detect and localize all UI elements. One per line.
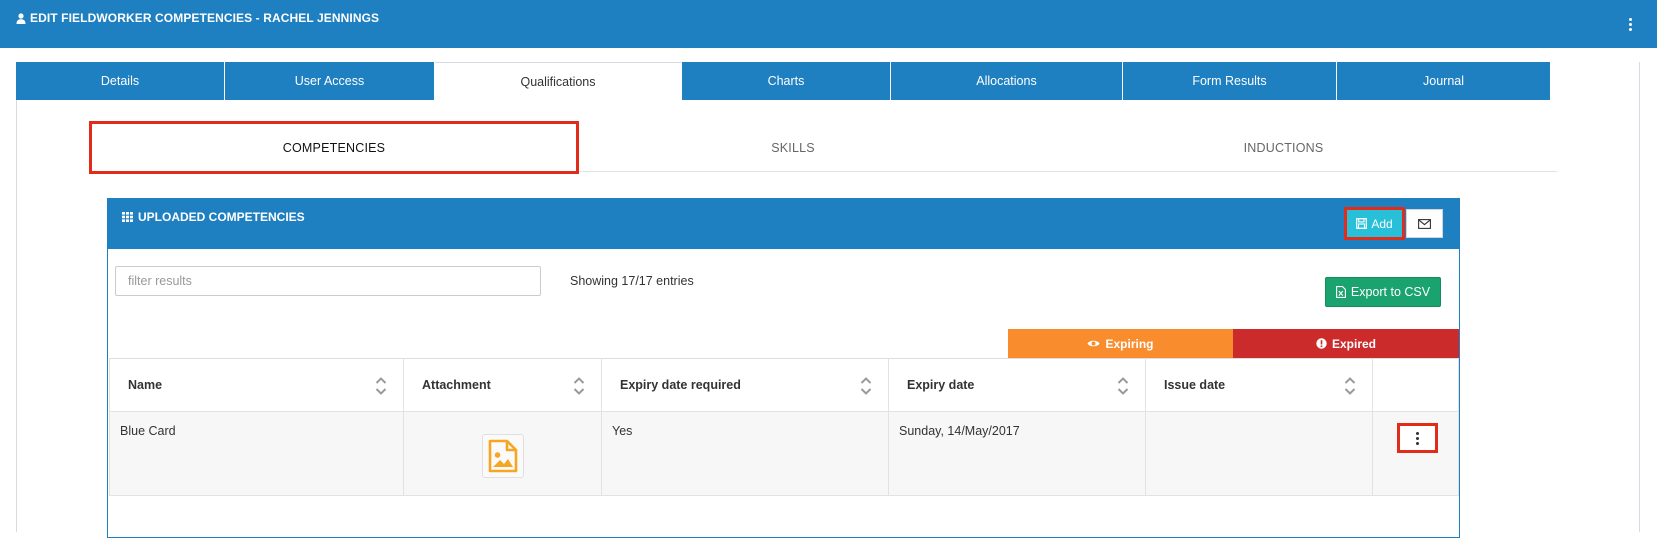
legend-expiring: Expiring bbox=[1008, 329, 1233, 358]
exclamation-circle-icon bbox=[1316, 338, 1327, 349]
export-csv-label: Export to CSV bbox=[1350, 285, 1431, 299]
filter-input[interactable] bbox=[115, 266, 541, 296]
legend-expired-label: Expired bbox=[1331, 336, 1376, 351]
column-header-expiry-date[interactable]: Expiry date bbox=[888, 358, 1146, 412]
cell-issue-date bbox=[1145, 411, 1373, 496]
column-header-attachment[interactable]: Attachment bbox=[403, 358, 602, 412]
tab-journal[interactable]: Journal bbox=[1337, 62, 1550, 100]
cell-expiry-date: Sunday, 14/May/2017 bbox=[888, 411, 1146, 496]
user-icon bbox=[16, 12, 26, 24]
cell-name: Blue Card bbox=[109, 411, 404, 496]
column-header-actions bbox=[1372, 358, 1459, 412]
sort-icon bbox=[1117, 377, 1129, 395]
competencies-table: Name Attachment Expiry date required Exp… bbox=[109, 358, 1459, 496]
subtab-inductions[interactable]: INDUCTIONS bbox=[1010, 124, 1557, 171]
sort-icon bbox=[1344, 377, 1356, 395]
tab-form-results[interactable]: Form Results bbox=[1123, 62, 1337, 100]
grid-icon bbox=[122, 212, 133, 222]
sort-icon bbox=[860, 377, 872, 395]
subtab-competencies[interactable]: COMPETENCIES bbox=[89, 121, 579, 174]
column-header-issue-date[interactable]: Issue date bbox=[1145, 358, 1373, 412]
tab-allocations[interactable]: Allocations bbox=[891, 62, 1123, 100]
sort-icon bbox=[573, 377, 585, 395]
page-title: EDIT FIELDWORKER COMPETENCIES - RACHEL J… bbox=[30, 11, 380, 25]
add-button[interactable]: Add bbox=[1344, 207, 1405, 240]
legend-expired: Expired bbox=[1233, 329, 1459, 358]
page-header: EDIT FIELDWORKER COMPETENCIES - RACHEL J… bbox=[0, 0, 1657, 48]
export-csv-button[interactable]: Export to CSV bbox=[1325, 277, 1441, 307]
tab-charts[interactable]: Charts bbox=[682, 62, 891, 100]
cell-expiry-required: Yes bbox=[601, 411, 889, 496]
widget-title-wrap: UPLOADED COMPETENCIES bbox=[122, 210, 305, 224]
sub-tabs: COMPETENCIES SKILLS INDUCTIONS bbox=[89, 121, 1557, 174]
table-header-row: Name Attachment Expiry date required Exp… bbox=[109, 358, 1459, 412]
tab-user-access[interactable]: User Access bbox=[225, 62, 435, 100]
column-header-name[interactable]: Name bbox=[109, 358, 404, 412]
legend-expiring-label: Expiring bbox=[1105, 336, 1154, 351]
cell-attachment bbox=[403, 411, 602, 496]
table-row[interactable]: Blue Card Yes Sunday, 14/May/2017 bbox=[109, 411, 1459, 496]
tab-details[interactable]: Details bbox=[16, 62, 225, 100]
file-image-icon bbox=[488, 439, 517, 472]
page-title-wrap: EDIT FIELDWORKER COMPETENCIES - RACHEL J… bbox=[16, 11, 379, 25]
add-button-label: Add bbox=[1371, 216, 1393, 231]
attachment-thumbnail[interactable] bbox=[481, 433, 524, 478]
save-icon bbox=[1356, 218, 1368, 229]
entries-count: Showing 17/17 entries bbox=[570, 274, 694, 288]
subtab-skills[interactable]: SKILLS bbox=[576, 124, 1010, 171]
widget-header: UPLOADED COMPETENCIES Add bbox=[107, 198, 1460, 249]
widget-title: UPLOADED COMPETENCIES bbox=[138, 210, 305, 224]
file-excel-icon bbox=[1335, 286, 1346, 298]
header-menu-icon[interactable] bbox=[1625, 15, 1635, 33]
row-menu-icon[interactable] bbox=[1397, 423, 1438, 453]
sort-icon bbox=[375, 377, 387, 395]
main-tabs: Details User Access Qualifications Chart… bbox=[16, 62, 1640, 100]
envelope-icon bbox=[1418, 218, 1431, 229]
column-header-expiry-required[interactable]: Expiry date required bbox=[601, 358, 889, 412]
tab-qualifications[interactable]: Qualifications bbox=[435, 62, 682, 100]
cell-actions bbox=[1372, 411, 1459, 496]
eye-icon bbox=[1087, 340, 1100, 347]
email-button[interactable] bbox=[1406, 209, 1443, 238]
